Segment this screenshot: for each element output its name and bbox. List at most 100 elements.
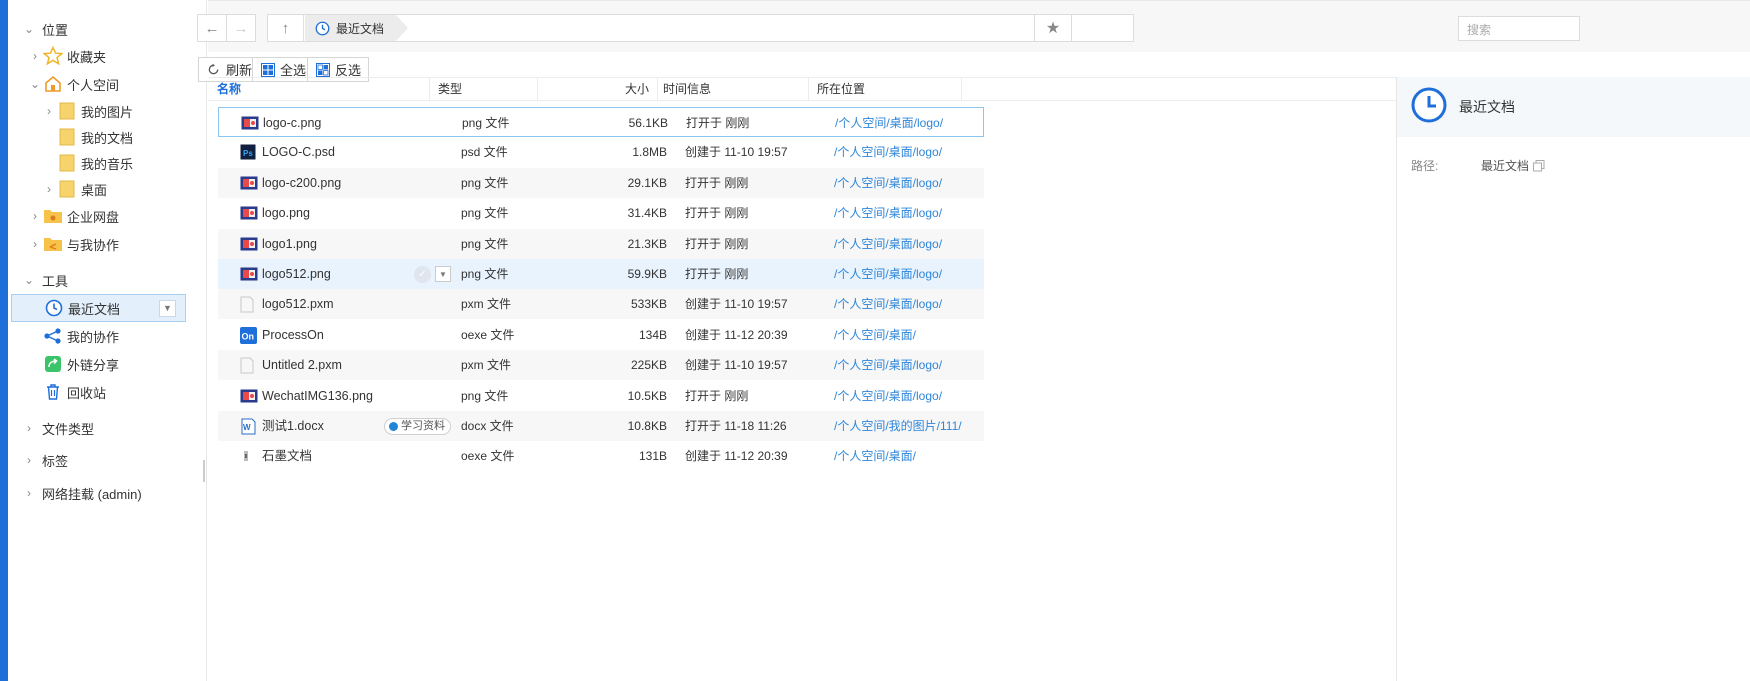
sidebar-section-tools[interactable]: ⌄ 工具	[8, 265, 207, 295]
file-size: 134B	[638, 327, 667, 342]
file-location-link[interactable]: /个人空间/桌面/	[834, 320, 916, 350]
image-icon	[240, 266, 258, 282]
file-time-info: 创建于 11-10 19:57	[685, 297, 788, 312]
check-icon[interactable]: ✓	[414, 266, 431, 283]
column-header-time[interactable]: 时间信息	[663, 78, 809, 100]
tag-label: 学习资料	[401, 420, 445, 432]
file-location-link[interactable]: /个人空间/桌面/logo/	[834, 381, 942, 411]
file-time-info: 创建于 11-10 19:57	[685, 358, 788, 373]
file-location-link[interactable]: /个人空间/桌面/logo/	[834, 168, 942, 198]
search-input[interactable]: 搜索	[1458, 16, 1580, 41]
sidebar-item-label: 企业网盘	[67, 209, 120, 225]
image-icon	[240, 236, 258, 252]
column-header-type[interactable]: 类型	[438, 78, 538, 100]
sidebar-item-external-share[interactable]: 外链分享	[8, 349, 207, 379]
sidebar-item-personal-space[interactable]: ⌄ 个人空间	[8, 69, 207, 99]
file-time-info: 打开于 刚刚	[685, 267, 749, 281]
table-row[interactable]: Untitled 2.pxm pxm 文件 225KB 创建于 11-10 19:57…	[218, 350, 984, 381]
table-row[interactable]: WechatIMG136.png png 文件 10.5KB 打开于 刚刚/个人空间/…	[218, 381, 984, 411]
external-link-icon	[42, 353, 64, 375]
detail-panel-header: 最近文档	[1397, 77, 1750, 137]
dropdown-arrow-icon[interactable]: ▼	[435, 266, 451, 282]
file-time-info: 打开于 刚刚	[685, 206, 749, 221]
back-button[interactable]: ←	[197, 14, 227, 42]
file-location-link[interactable]: /个人空间/桌面/logo/	[834, 229, 942, 259]
star-icon	[42, 45, 64, 67]
shared-folder-icon	[42, 233, 64, 255]
image-icon	[240, 388, 258, 404]
table-row[interactable]: logo-c.png png 文件 56.1KB 打开于 刚刚/个人空间/桌面/log…	[218, 107, 984, 137]
file-size: 10.5KB	[627, 388, 667, 403]
table-row[interactable]: On ProcessOn oexe 文件 134B 创建于 11-12 20:39/个人…	[218, 320, 984, 350]
file-size: 533KB	[630, 297, 667, 312]
dropdown-arrow-icon[interactable]: ▼	[159, 299, 176, 317]
column-header-location[interactable]: 所在位置	[817, 78, 962, 100]
file-location-link[interactable]: /个人空间/桌面/logo/	[835, 108, 943, 138]
window-edge	[0, 0, 8, 681]
sidebar-section-location[interactable]: ⌄ 位置	[8, 14, 207, 44]
file-size: 131B	[638, 449, 667, 464]
column-header-name[interactable]: 名称	[217, 78, 430, 100]
table-row[interactable]: 石墨文档 oexe 文件 131B 创建于 11-12 20:39/个人空间/桌面/	[218, 441, 984, 471]
arrow-left-icon: ←	[204, 19, 220, 37]
table-row[interactable]: logo512.png png 文件 59.9KB 打开于 刚刚/个人空间/桌面/lo…	[218, 259, 984, 289]
forward-button[interactable]: →	[226, 14, 256, 42]
file-location-link[interactable]: /个人空间/桌面/logo/	[834, 259, 942, 289]
table-row[interactable]: Ps LOGO-C.psd psd 文件 1.8MB 创建于 11-10 19:57/个…	[218, 137, 984, 167]
file-location-link[interactable]: /个人空间/桌面/logo/	[834, 289, 942, 319]
refresh-icon	[206, 62, 221, 77]
file-location-link[interactable]: /个人空间/桌面/logo/	[834, 198, 942, 228]
sidebar-item-recent-docs[interactable]: 最近文档 ▼	[11, 294, 186, 322]
chevron-right-icon: ›	[27, 453, 31, 467]
file-location-link[interactable]: /个人空间/桌面/logo/	[834, 350, 942, 380]
sidebar-item-enterprise-disk[interactable]: › 企业网盘	[8, 201, 207, 231]
copy-icon[interactable]	[1533, 159, 1545, 172]
sidebar-section-tags[interactable]: › 标签	[8, 445, 207, 475]
section-label: 位置	[42, 22, 69, 38]
file-name: logo512.pxm	[262, 297, 334, 312]
grid-icon	[260, 62, 275, 77]
sidebar-section-network-mount[interactable]: › 网络挂载 (admin)	[8, 478, 207, 508]
file-location-link[interactable]: /个人空间/桌面/logo/	[834, 137, 942, 167]
favorite-button[interactable]: ★	[1034, 14, 1072, 42]
sidebar-item-label: 桌面	[81, 182, 108, 198]
path-value: 最近文档	[1481, 157, 1545, 174]
sidebar-item-favorites[interactable]: › 收藏夹	[8, 41, 207, 71]
chevron-down-icon: ⌄	[23, 273, 35, 287]
file-time-info: 打开于 刚刚	[686, 116, 750, 130]
address-bar-row: ← → ↑ 最近文档 ★ 搜索	[197, 0, 1750, 52]
sidebar-item-my-collab[interactable]: 我的协作	[8, 321, 207, 351]
chevron-right-icon: ›	[27, 486, 31, 500]
address-bar[interactable]: ↑ 最近文档	[267, 14, 1134, 42]
file-name: logo.png	[262, 206, 310, 221]
table-row[interactable]: logo1.png png 文件 21.3KB 打开于 刚刚/个人空间/桌面/logo…	[218, 228, 984, 259]
file-name: logo-c.png	[263, 116, 322, 130]
sidebar-item-shared-with-me[interactable]: › 与我协作	[8, 229, 207, 259]
sidebar-item-label: 与我协作	[67, 237, 120, 253]
table-row[interactable]: logo.png png 文件 31.4KB 打开于 刚刚/个人空间/桌面/logo/	[218, 198, 984, 228]
sidebar-section-file-types[interactable]: › 文件类型	[8, 413, 207, 443]
file-name: ProcessOn	[262, 327, 324, 342]
file-location-link[interactable]: /个人空间/我的图片/111/	[834, 411, 962, 441]
blank-file-icon	[240, 357, 258, 374]
folder-icon	[56, 126, 78, 148]
path-label: 路径:	[1411, 159, 1439, 173]
file-size: 1.8MB	[632, 145, 667, 160]
clock-icon	[43, 297, 65, 319]
sidebar-item-recycle-bin[interactable]: 回收站	[8, 377, 207, 407]
column-header-size[interactable]: 大小	[538, 78, 658, 100]
sidebar-item-desktop[interactable]: › 桌面	[8, 174, 207, 204]
sidebar-resize-handle[interactable]	[203, 460, 205, 482]
file-time-info: 打开于 11-18 11:26	[685, 419, 787, 433]
tag-badge[interactable]: 学习资料	[384, 418, 451, 435]
up-button[interactable]: ↑	[268, 15, 304, 41]
table-row[interactable]: logo512.pxm pxm 文件 533KB 创建于 11-10 19:57/个人…	[218, 289, 984, 320]
file-location-link[interactable]: /个人空间/桌面/	[834, 441, 916, 471]
breadcrumb[interactable]: 最近文档	[305, 15, 409, 41]
list-header: 名称 类型 大小 时间信息 所在位置	[208, 77, 1396, 101]
table-row[interactable]: W 测试1.docx docx 文件 10.8KB 打开于 11-18 11:26/个人…	[218, 411, 984, 441]
detail-panel-title: 最近文档	[1459, 99, 1515, 115]
svg-text:Ps: Ps	[243, 149, 253, 158]
table-row[interactable]: logo-c200.png png 文件 29.1KB 打开于 刚刚/个人空间/桌面/…	[218, 167, 984, 198]
file-type: docx 文件	[461, 419, 514, 433]
